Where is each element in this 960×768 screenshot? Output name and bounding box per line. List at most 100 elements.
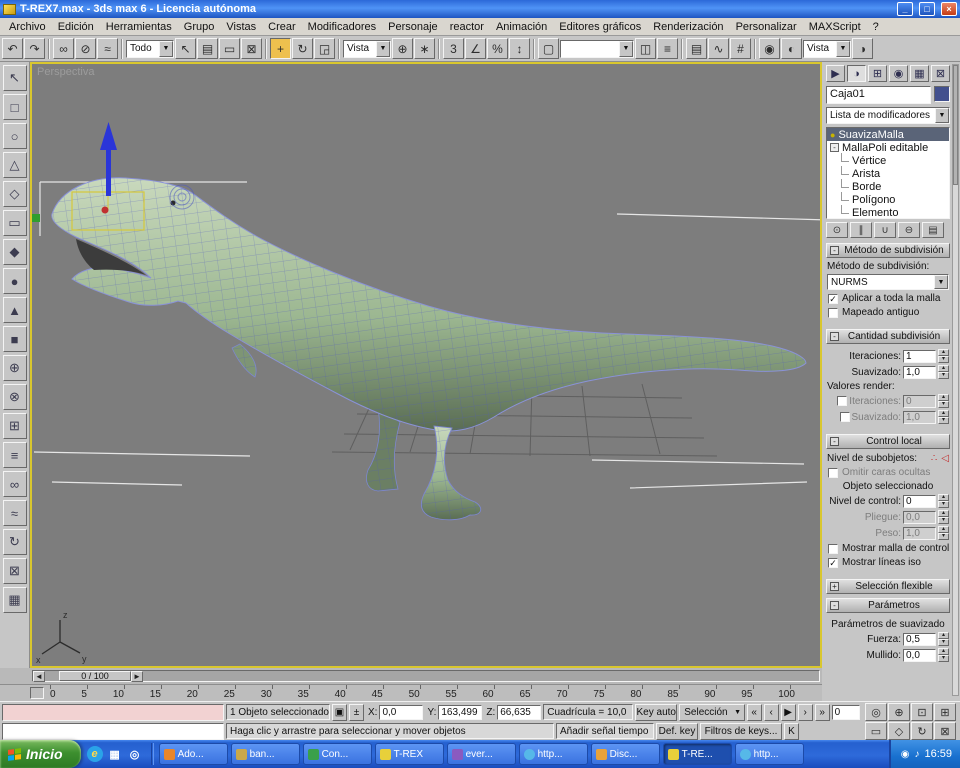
pin-stack-button[interactable]: ⊙: [826, 222, 848, 238]
quick-render-button[interactable]: ◑: [852, 38, 873, 59]
render-type-dropdown[interactable]: Vista ▼: [803, 40, 851, 58]
menu-archivo[interactable]: Archivo: [3, 19, 52, 35]
task-button-8[interactable]: http...: [735, 743, 804, 765]
collapse-icon[interactable]: -: [830, 246, 839, 255]
left-toolbar-icon-10[interactable]: ⊕: [3, 355, 27, 381]
left-toolbar-icon-15[interactable]: ≈: [3, 500, 27, 526]
render-scene-button[interactable]: ◐: [781, 38, 802, 59]
render-iterations-checkbox[interactable]: [837, 396, 847, 406]
zoom-region-button[interactable]: ▭: [865, 722, 887, 740]
zoom-extents-button[interactable]: ⊡: [911, 703, 933, 721]
scrollbar-thumb[interactable]: [953, 65, 958, 185]
select-object-button[interactable]: ↖: [175, 38, 196, 59]
left-toolbar-icon-16[interactable]: ↻: [3, 529, 27, 555]
schematic-view-button[interactable]: #: [730, 38, 751, 59]
y-coordinate-field[interactable]: 163,499: [438, 705, 482, 720]
left-toolbar-icon-0[interactable]: ↖: [3, 65, 27, 91]
previous-frame-button[interactable]: ‹: [764, 704, 779, 721]
modifier-bulb-icon[interactable]: ●: [830, 130, 835, 140]
rect-region-button[interactable]: ▭: [219, 38, 240, 59]
tab-hierarchy[interactable]: ⊞: [868, 65, 887, 82]
left-toolbar-icon-7[interactable]: ●: [3, 268, 27, 294]
iterations-spinner[interactable]: ▴▾: [938, 349, 949, 363]
left-toolbar-icon-14[interactable]: ∞: [3, 471, 27, 497]
x-coordinate-field[interactable]: 0,0: [379, 705, 423, 720]
strength-field[interactable]: 0,5: [903, 633, 936, 646]
control-level-spinner[interactable]: ▴▾: [938, 494, 949, 508]
stack-subitem-elemento[interactable]: Elemento: [827, 206, 949, 219]
auto-key-button[interactable]: Key auto: [635, 704, 677, 721]
internet-explorer-icon[interactable]: e: [87, 746, 103, 762]
task-button-5[interactable]: http...: [519, 743, 588, 765]
menu-animacion[interactable]: Animación: [490, 19, 553, 35]
left-toolbar-icon-13[interactable]: ≡: [3, 442, 27, 468]
menu-maxscript[interactable]: MAXScript: [803, 19, 867, 35]
select-move-button[interactable]: +: [270, 38, 291, 59]
ignore-backfacing-checkbox[interactable]: Omitir caras ocultas: [828, 467, 948, 478]
key-mode-toggle-button[interactable]: K: [784, 723, 799, 740]
show-control-mesh-checkbox[interactable]: Mostrar malla de control: [828, 543, 948, 554]
arc-rotate-button[interactable]: ↻: [911, 722, 933, 740]
task-button-0[interactable]: Ado...: [159, 743, 228, 765]
rollout-header[interactable]: - Cantidad subdivisión: [826, 329, 950, 344]
tab-modify[interactable]: ◑: [847, 65, 866, 82]
tray-volume-icon[interactable]: ♪: [914, 749, 919, 760]
rollout-header[interactable]: - Método de subdivisión: [826, 243, 950, 258]
remove-modifier-button[interactable]: ⊖: [898, 222, 920, 238]
minimize-button[interactable]: _: [897, 2, 913, 16]
zoom-all-button[interactable]: ⊕: [888, 703, 910, 721]
object-name-field[interactable]: Caja01: [826, 86, 931, 104]
current-frame-field[interactable]: 0: [832, 705, 860, 720]
task-button-1[interactable]: ban...: [231, 743, 300, 765]
rollout-header[interactable]: - Control local: [826, 434, 950, 449]
material-editor-button[interactable]: ◉: [759, 38, 780, 59]
zoom-extents-all-button[interactable]: ⊞: [934, 703, 956, 721]
smoothness-field[interactable]: 1,0: [903, 366, 936, 379]
spinner-snap-button[interactable]: ↕: [509, 38, 530, 59]
collapse-icon[interactable]: -: [830, 437, 839, 446]
time-slider-track[interactable]: ◄ 0 / 100 ►: [32, 670, 820, 682]
make-unique-button[interactable]: ∪: [874, 222, 896, 238]
tab-create[interactable]: ▶: [826, 65, 845, 82]
subobject-points-icon[interactable]: ∴: [931, 453, 937, 464]
strength-spinner[interactable]: ▴▾: [938, 632, 949, 646]
start-button[interactable]: Inicio: [0, 740, 81, 768]
tray-status-icon[interactable]: ◉: [901, 749, 910, 760]
select-scale-button[interactable]: ◲: [314, 38, 335, 59]
menu-reactor[interactable]: reactor: [444, 19, 490, 35]
curve-editor-button[interactable]: ∿: [708, 38, 729, 59]
stack-item-suavizamalla[interactable]: ● SuavizaMalla: [827, 128, 949, 141]
panel-scrollbar[interactable]: [952, 64, 959, 696]
viewport-label[interactable]: Perspectiva: [37, 66, 94, 78]
layer-manager-button[interactable]: ▤: [686, 38, 707, 59]
selection-lock-button[interactable]: ▣: [332, 704, 347, 721]
left-toolbar-icon-5[interactable]: ▭: [3, 210, 27, 236]
rollout-header[interactable]: + Selección flexible: [826, 579, 950, 594]
min-max-toggle-button[interactable]: ⊠: [934, 722, 956, 740]
play-button[interactable]: ▶: [781, 704, 796, 721]
selection-filter-dropdown[interactable]: Todo ▼: [126, 40, 174, 58]
select-link-button[interactable]: ∞: [53, 38, 74, 59]
left-toolbar-icon-2[interactable]: ○: [3, 123, 27, 149]
nurms-dropdown[interactable]: NURMS ▼: [827, 274, 949, 290]
left-toolbar-icon-6[interactable]: ◆: [3, 239, 27, 265]
next-frame-button[interactable]: ›: [798, 704, 813, 721]
task-button-4[interactable]: ever...: [447, 743, 516, 765]
menu-renderizacion[interactable]: Renderización: [647, 19, 729, 35]
menu-herramientas[interactable]: Herramientas: [100, 19, 178, 35]
select-rotate-button[interactable]: ↻: [292, 38, 313, 59]
show-desktop-icon[interactable]: ▦: [107, 746, 123, 762]
close-button[interactable]: ×: [941, 2, 957, 16]
collapse-icon[interactable]: -: [830, 332, 839, 341]
menu-editores-graficos[interactable]: Editores gráficos: [553, 19, 647, 35]
left-toolbar-icon-11[interactable]: ⊗: [3, 384, 27, 410]
named-selection-dropdown[interactable]: ▼: [560, 40, 634, 58]
undo-button[interactable]: ↶: [2, 38, 23, 59]
menu-grupo[interactable]: Grupo: [178, 19, 221, 35]
time-tag-field[interactable]: Añadir señal tiempo: [556, 723, 654, 739]
left-toolbar-icon-9[interactable]: ■: [3, 326, 27, 352]
left-toolbar-icon-4[interactable]: ◇: [3, 181, 27, 207]
relax-field[interactable]: 0,0: [903, 649, 936, 662]
named-selection-edit-button[interactable]: ▢: [538, 38, 559, 59]
media-player-icon[interactable]: ◎: [127, 746, 143, 762]
